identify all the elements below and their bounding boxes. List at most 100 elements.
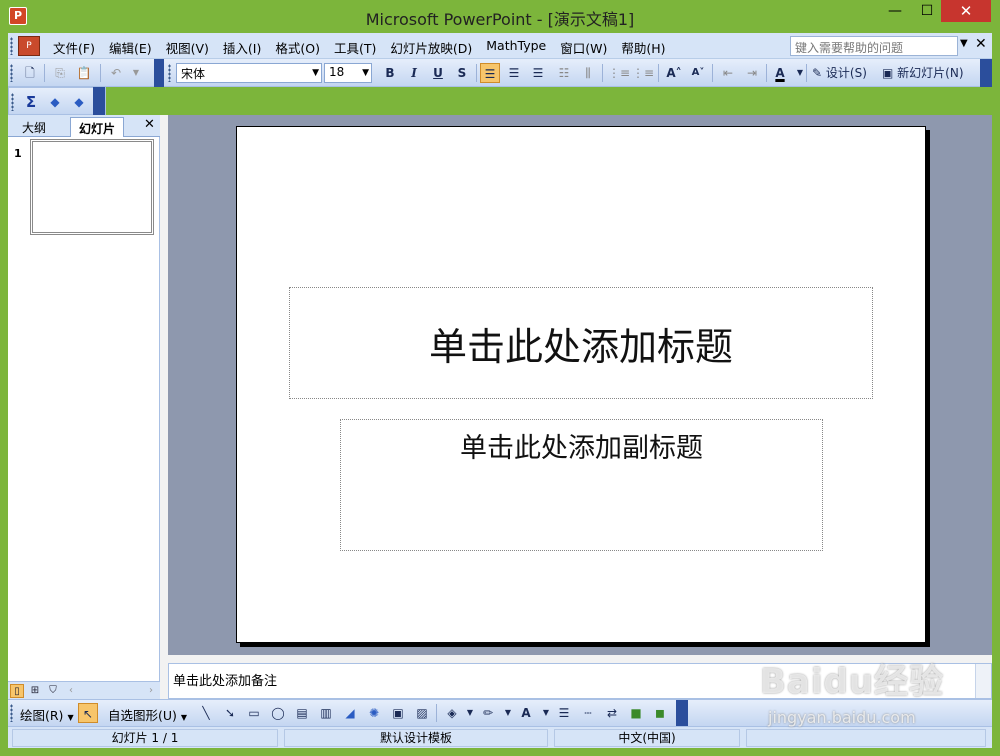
font-size-select[interactable]: 18 ▼ <box>324 63 372 83</box>
3d-style-icon[interactable]: ◼ <box>650 703 670 723</box>
line-color-icon[interactable]: ✏ <box>478 703 498 723</box>
toolbar-options-icon[interactable] <box>93 87 105 115</box>
textbox-tool-icon[interactable]: ▤ <box>292 703 312 723</box>
new-document-icon[interactable]: 🗋 <box>20 63 40 83</box>
toolbar-options-icon[interactable] <box>980 59 992 87</box>
subtitle-placeholder[interactable]: 单击此处添加副标题 <box>340 419 823 551</box>
toolbar-options-icon[interactable] <box>154 59 164 87</box>
align-center-icon[interactable]: ☰ <box>504 63 524 83</box>
diagram-icon[interactable]: ✺ <box>364 703 384 723</box>
vertical-text-icon[interactable]: ⫼ <box>578 63 598 83</box>
arrow-left-icon[interactable]: ◆ <box>45 92 65 112</box>
arrow-style-icon[interactable]: ⇄ <box>602 703 622 723</box>
draw-menu-button[interactable]: 绘图(R) ▼ <box>20 705 74 724</box>
scroll-right-icon[interactable]: › <box>144 684 158 698</box>
toolbar-separator <box>476 64 477 82</box>
normal-view-icon[interactable]: ▯ <box>10 684 24 698</box>
insert-picture-icon[interactable]: ▨ <box>412 703 432 723</box>
autoshapes-menu-button[interactable]: 自选图形(U) ▼ <box>108 705 187 724</box>
help-search-input[interactable]: 键入需要帮助的问题 <box>790 36 958 56</box>
slide-thumbnail[interactable] <box>30 139 154 235</box>
toolbar-grip[interactable] <box>10 64 13 82</box>
slide-sorter-view-icon[interactable]: ⊞ <box>28 684 42 698</box>
paste-icon[interactable]: 📋 <box>74 63 94 83</box>
line-tool-icon[interactable]: ╲ <box>196 703 216 723</box>
document-icon[interactable]: P <box>18 36 40 56</box>
font-name-select[interactable]: 宋体 ▼ <box>176 63 322 83</box>
slideshow-view-icon[interactable]: ⛉ <box>46 684 60 698</box>
vertical-textbox-icon[interactable]: ▥ <box>316 703 336 723</box>
numbered-list-icon[interactable]: ⋮≡ <box>608 63 630 83</box>
bulleted-list-icon[interactable]: ⋮≡ <box>632 63 654 83</box>
bold-button[interactable]: B <box>380 63 400 83</box>
decrease-font-size-icon[interactable]: A˅ <box>688 63 708 83</box>
copy-icon[interactable]: ⎘ <box>50 63 70 83</box>
fill-color-dropdown-icon[interactable]: ▼ <box>460 703 480 723</box>
align-right-icon[interactable]: ☰ <box>528 63 548 83</box>
pane-close-button[interactable]: ✕ <box>144 117 155 132</box>
menubar-grip[interactable] <box>10 37 13 55</box>
text-shadow-button[interactable]: S <box>452 63 472 83</box>
underline-button[interactable]: U <box>428 63 448 83</box>
maximize-button[interactable]: ☐ <box>912 0 942 22</box>
increase-indent-icon[interactable]: ⇥ <box>742 63 762 83</box>
menu-format[interactable]: 格式(O) <box>268 38 327 57</box>
arrow-right-icon[interactable]: ◆ <box>69 92 89 112</box>
decrease-indent-icon[interactable]: ⇤ <box>718 63 738 83</box>
menu-slideshow[interactable]: 幻灯片放映(D) <box>383 38 479 57</box>
toolbar-grip[interactable] <box>168 64 171 82</box>
sigma-icon[interactable]: Σ <box>21 92 41 112</box>
menu-tools[interactable]: 工具(T) <box>327 38 383 57</box>
menu-help[interactable]: 帮助(H) <box>614 38 672 57</box>
line-style-icon[interactable]: ☰ <box>554 703 574 723</box>
minimize-button[interactable]: — <box>880 0 910 22</box>
scroll-left-icon[interactable]: ‹ <box>64 684 78 698</box>
clipart-icon[interactable]: ▣ <box>388 703 408 723</box>
toolbar-separator <box>44 64 45 82</box>
help-dropdown-arrow-icon[interactable]: ▼ <box>960 38 968 49</box>
font-color-dropdown-icon[interactable]: ▼ <box>790 63 810 83</box>
font-size-value: 18 <box>329 65 345 79</box>
menu-window[interactable]: 窗口(W) <box>553 38 614 57</box>
toolbar-separator <box>712 64 713 82</box>
formatting-toolbar: 🗋 ⎘ 📋 ↶ ▼ 宋体 ▼ 18 ▼ B I U S ☰ ☰ ☰ ☷ ⫼ ⋮≡… <box>8 59 992 87</box>
wordart-icon[interactable]: ◢ <box>340 703 360 723</box>
draw-font-color-dropdown-icon[interactable]: ▼ <box>536 703 556 723</box>
arrow-tool-icon[interactable]: ➘ <box>220 703 240 723</box>
title-placeholder[interactable]: 单击此处添加标题 <box>289 287 873 399</box>
slide-canvas[interactable]: 单击此处添加标题 单击此处添加副标题 <box>236 126 926 643</box>
new-slide-button[interactable]: ▣ 新幻灯片(N) <box>882 63 964 83</box>
design-button[interactable]: ✎ 设计(S) <box>812 63 867 83</box>
tab-outline[interactable]: 大纲 <box>14 117 54 137</box>
increase-font-size-icon[interactable]: A˄ <box>664 63 684 83</box>
rectangle-tool-icon[interactable]: ▭ <box>244 703 264 723</box>
undo-icon[interactable]: ↶ <box>106 63 126 83</box>
toolbar-grip[interactable] <box>11 93 14 111</box>
menu-view[interactable]: 视图(V) <box>159 38 216 57</box>
font-color-icon[interactable]: A <box>770 63 790 83</box>
draw-font-color-icon[interactable]: A <box>516 703 536 723</box>
template-indicator[interactable]: 默认设计模板 <box>284 729 548 747</box>
slides-pane: 大纲 幻灯片 ✕ 1 <box>8 115 160 681</box>
document-close-button[interactable]: ✕ <box>975 36 987 52</box>
line-color-dropdown-icon[interactable]: ▼ <box>498 703 518 723</box>
dash-style-icon[interactable]: ┄ <box>578 703 598 723</box>
close-button[interactable]: ✕ <box>941 0 991 22</box>
fill-color-icon[interactable]: ◈ <box>442 703 462 723</box>
align-left-icon[interactable]: ☰ <box>480 63 500 83</box>
italic-button[interactable]: I <box>404 63 424 83</box>
menu-insert[interactable]: 插入(I) <box>216 38 268 57</box>
window-title: Microsoft PowerPoint - [演示文稿1] <box>365 10 635 29</box>
menu-edit[interactable]: 编辑(E) <box>102 38 159 57</box>
toolbar-options-icon[interactable] <box>676 700 688 727</box>
shadow-style-icon[interactable]: ■ <box>626 703 646 723</box>
oval-tool-icon[interactable]: ◯ <box>268 703 288 723</box>
menu-file[interactable]: 文件(F) <box>46 38 102 57</box>
menu-mathtype[interactable]: MathType <box>479 38 553 57</box>
new-slide-icon: ▣ <box>882 66 894 80</box>
tab-slides[interactable]: 幻灯片 <box>70 117 125 137</box>
toolbar-grip[interactable] <box>10 704 13 722</box>
undo-dropdown-icon[interactable]: ▼ <box>126 63 146 83</box>
distribute-icon[interactable]: ☷ <box>554 63 574 83</box>
select-pointer-icon[interactable]: ↖ <box>78 703 98 723</box>
